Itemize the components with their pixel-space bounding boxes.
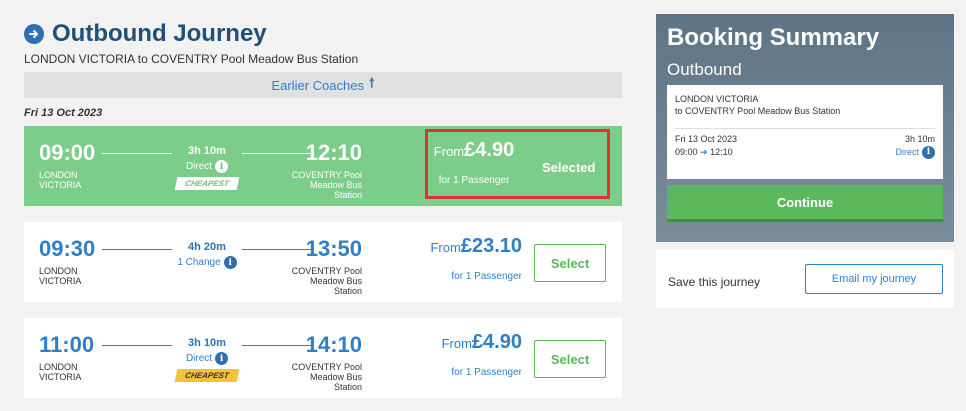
change-info[interactable]: 1 Change i <box>164 256 250 269</box>
journey-card[interactable]: 11:00 3h 10m 14:10 Direct i CHEAPEST LON… <box>24 318 622 398</box>
route-subtitle: LONDON VICTORIA to COVENTRY Pool Meadow … <box>24 52 359 66</box>
cheapest-badge: CHEAPEST <box>174 177 240 190</box>
summary-date-row: Fri 13 Oct 2023 3h 10m <box>675 133 935 146</box>
page-title: Outbound Journey <box>52 20 267 47</box>
journey-card[interactable]: 09:30 4h 20m 13:50 1 Change i LONDON VIC… <box>24 222 622 302</box>
price-value: £4.90 <box>471 331 522 353</box>
badge-label: CHEAPEST <box>184 371 230 380</box>
journey-duration: 3h 10m <box>188 337 226 349</box>
arrival-place-line: Meadow Bus <box>309 372 362 382</box>
select-button[interactable]: Select <box>534 340 606 378</box>
arrival-place-line: COVENTRY Pool <box>291 362 362 372</box>
arrival-place-line: COVENTRY Pool <box>291 266 362 276</box>
page-header: Outbound Journey <box>24 20 267 48</box>
departure-place-line: LONDON <box>39 362 78 372</box>
arrival-place-line: Station <box>333 286 362 296</box>
arrow-right-icon: ➔ <box>700 147 708 157</box>
journey-date: Fri 13 Oct 2023 <box>24 107 103 119</box>
cheapest-badge: CHEAPEST <box>174 369 240 382</box>
journey-card[interactable]: 09:00 3h 10m 12:10 Direct i CHEAPEST LON… <box>24 126 622 206</box>
select-button[interactable]: Select <box>534 244 606 282</box>
price-from: From <box>430 240 461 255</box>
continue-button[interactable]: Continue <box>667 185 943 222</box>
summary-times: 09:00 ➔ 12:10 <box>675 146 733 159</box>
departure-time: 09:30 <box>39 236 96 261</box>
change-info[interactable]: Direct i <box>164 352 250 365</box>
departure-place: LONDON VICTORIA <box>39 170 81 190</box>
summary-arr-time: 12:10 <box>710 147 733 157</box>
summary-from: LONDON VICTORIA <box>675 94 759 104</box>
arrival-place-line: Meadow Bus <box>309 276 362 286</box>
departure-place-line: VICTORIA <box>39 180 82 190</box>
timeline-line <box>102 153 172 154</box>
price-block: From£23.10 for 1 Passenger <box>409 235 522 282</box>
summary-details: LONDON VICTORIA to COVENTRY Pool Meadow … <box>667 85 943 179</box>
arrow-right-circle-icon <box>24 24 44 44</box>
price-from: From <box>441 336 472 351</box>
arrival-time: 13:50 <box>305 236 362 261</box>
summary-to: to COVENTRY Pool Meadow Bus Station <box>675 106 841 116</box>
arrival-place-line: COVENTRY Pool <box>291 170 362 180</box>
summary-date: Fri 13 Oct 2023 <box>675 134 738 144</box>
timeline-line <box>102 345 172 346</box>
arrival-place: COVENTRY Pool Meadow Bus Station <box>274 170 362 200</box>
departure-place-line: VICTORIA <box>39 276 82 286</box>
departure-time: 11:00 <box>39 332 95 357</box>
departure-time: 09:00 <box>39 140 96 165</box>
info-icon[interactable]: i <box>223 256 237 269</box>
departure-place-line: LONDON <box>39 266 78 276</box>
info-icon[interactable]: i <box>215 160 229 173</box>
earlier-coaches-label: Earlier Coaches <box>271 77 364 93</box>
booking-summary-panel: Booking Summary Outbound LONDON VICTORIA… <box>656 14 954 242</box>
departure-place: LONDON VICTORIA <box>39 362 81 382</box>
info-icon[interactable]: i <box>215 352 229 365</box>
save-journey-label: Save this journey <box>668 275 761 289</box>
change-label: 1 Change <box>177 257 221 268</box>
email-journey-button[interactable]: Email my journey <box>805 264 943 294</box>
arrival-place: COVENTRY Pool Meadow Bus Station <box>274 266 362 296</box>
arrow-up-icon: 🠕 <box>368 75 375 90</box>
summary-changes[interactable]: Direct i <box>895 146 935 159</box>
highlight-frame <box>425 129 610 199</box>
badge-label: CHEAPEST <box>184 179 230 188</box>
arrival-place-line: Station <box>333 190 362 200</box>
change-info[interactable]: Direct i <box>164 160 250 173</box>
divider <box>675 128 935 129</box>
earlier-coaches-button[interactable]: Earlier Coaches 🠕 <box>24 72 622 98</box>
arrival-place: COVENTRY Pool Meadow Bus Station <box>274 362 362 392</box>
summary-time-row: 09:00 ➔ 12:10 Direct i <box>675 146 935 159</box>
summary-duration: 3h 10m <box>904 134 935 144</box>
passenger-count: for 1 Passenger <box>451 367 522 378</box>
price: From£23.10 <box>409 235 522 258</box>
price-value: £23.10 <box>460 235 522 257</box>
summary-changes-label: Direct <box>895 147 919 157</box>
price-block: From£4.90 for 1 Passenger <box>409 331 522 378</box>
summary-title: Booking Summary <box>667 24 880 51</box>
summary-dep-time: 09:00 <box>675 147 698 157</box>
save-journey-panel: Save this journey Email my journey <box>656 250 954 308</box>
arrival-time: 14:10 <box>305 332 362 357</box>
summary-direction: Outbound <box>667 60 742 79</box>
passenger-count: for 1 Passenger <box>451 271 522 282</box>
arrival-place-line: Station <box>333 382 362 392</box>
departure-place-line: LONDON <box>39 170 78 180</box>
info-icon[interactable]: i <box>922 146 935 159</box>
journey-duration: 4h 20m <box>188 241 226 253</box>
departure-place-line: VICTORIA <box>39 372 82 382</box>
change-label: Direct <box>185 353 213 364</box>
price: From£4.90 <box>409 331 522 354</box>
journey-duration: 3h 10m <box>188 145 226 157</box>
arrival-time: 12:10 <box>305 140 362 165</box>
departure-place: LONDON VICTORIA <box>39 266 81 286</box>
change-label: Direct <box>185 161 213 172</box>
timeline-line <box>102 249 172 250</box>
arrival-place-line: Meadow Bus <box>309 180 362 190</box>
